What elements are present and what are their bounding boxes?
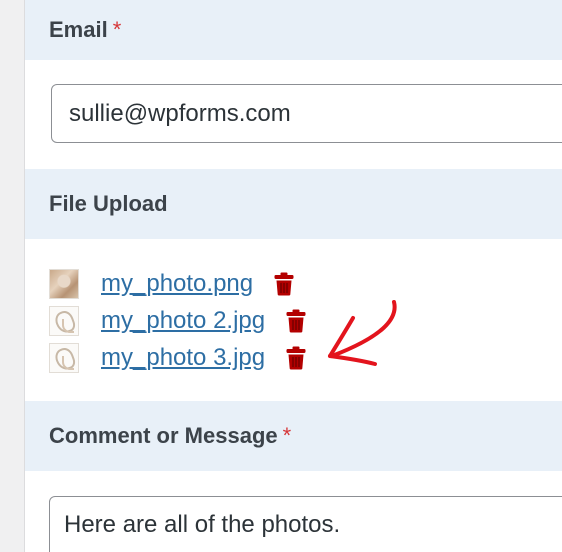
file-link[interactable]: my_photo 2.jpg xyxy=(101,307,265,335)
email-field-header: Email * xyxy=(25,0,562,60)
uploaded-file-row: my_photo 3.jpg xyxy=(49,342,306,374)
form-page: Email * sullie@wpforms.com File Upload m… xyxy=(0,0,562,552)
file-link[interactable]: my_photo 3.jpg xyxy=(101,344,265,372)
comment-textarea-value: Here are all of the photos. xyxy=(64,511,341,538)
email-label: Email xyxy=(49,17,108,42)
photo-thumbnail xyxy=(49,269,79,299)
email-field[interactable]: sullie@wpforms.com xyxy=(51,84,562,143)
email-required-mark: * xyxy=(112,17,122,42)
uploaded-file-row: my_photo 2.jpg xyxy=(49,305,306,337)
sketch-thumbnail xyxy=(49,343,79,373)
form-panel: Email * sullie@wpforms.com File Upload m… xyxy=(24,0,562,552)
sketch-thumbnail xyxy=(49,306,79,336)
trash-icon[interactable] xyxy=(286,309,306,333)
file-link[interactable]: my_photo.png xyxy=(101,270,253,298)
comment-textarea[interactable]: Here are all of the photos. xyxy=(49,496,562,552)
trash-icon[interactable] xyxy=(286,346,306,370)
email-field-value: sullie@wpforms.com xyxy=(69,99,291,127)
comment-required-mark: * xyxy=(282,423,292,448)
file-upload-header: File Upload xyxy=(25,169,562,239)
uploaded-file-row: my_photo.png xyxy=(49,268,294,300)
comment-label: Comment or Message xyxy=(49,423,278,448)
comment-field-header: Comment or Message * xyxy=(25,401,562,471)
trash-icon[interactable] xyxy=(274,272,294,296)
file-upload-label: File Upload xyxy=(49,191,168,216)
